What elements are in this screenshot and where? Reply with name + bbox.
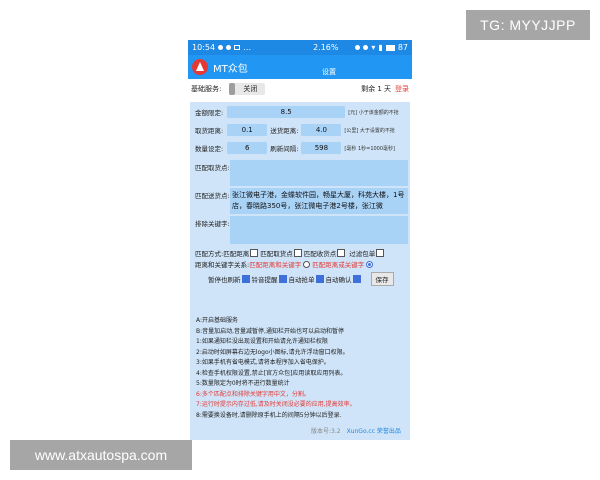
relation-or-text: 匹配距离或关键字	[312, 261, 365, 269]
note-item: 8:需要换设备时,请删除原手机上的间隔5分钟以后登录.	[196, 411, 342, 419]
login-link[interactable]: 登录	[395, 84, 409, 94]
page-title: 设置	[322, 68, 336, 76]
count-input[interactable]: 6	[227, 142, 268, 154]
pickup-input[interactable]: 0.1	[227, 124, 268, 136]
delivery-label: 送货距离:	[270, 127, 299, 135]
exclude-input[interactable]	[230, 216, 408, 244]
note-item: 7:运行时提示内存过低,请及时关闭没必要的应用,提高效率。	[196, 401, 356, 408]
remaining-days: 剩余 1 天 登录	[361, 84, 409, 94]
relation-and-radio[interactable]	[303, 260, 311, 268]
match-distance-checkbox[interactable]	[250, 249, 259, 257]
delivery-input[interactable]: 4.0	[301, 124, 342, 136]
chat-icon	[218, 45, 224, 50]
clock: 10:54	[192, 43, 216, 52]
remaining-text: 剩余 1 天	[361, 85, 391, 93]
delivery-hint: [公里] 大于设置的不抢	[344, 127, 395, 134]
watermark-top: TG: MYYJJPP	[466, 10, 590, 40]
note-item: 6:多个匹配点和排除关键字用中文，分割。	[196, 390, 310, 398]
relation-and-text: 匹配距离和关键字	[249, 261, 302, 269]
amount-hint: [元] 小于该金额的不抢	[348, 109, 399, 116]
battery-icon	[385, 44, 395, 51]
ring-alert-checkbox[interactable]	[278, 275, 287, 283]
refresh-hint: [毫秒 1秒=1000毫秒]	[344, 145, 395, 152]
more-icon: …	[243, 43, 252, 52]
filter-bundle-text: 过滤包单	[349, 250, 376, 258]
relation-or-radio[interactable]	[366, 260, 374, 268]
match-pickup-checkbox[interactable]	[293, 249, 302, 257]
note-item: 5:数量限定为0时将不进行数量统计	[196, 380, 290, 387]
match-receive-checkbox[interactable]	[337, 249, 346, 257]
auto-confirm-text: 自动确认	[325, 276, 352, 284]
auto-grab-text: 自动抢单	[288, 276, 315, 284]
battery-level: 87	[397, 43, 408, 52]
relation-row: 距离和关键字关系: 匹配距离和关键字 匹配距离或关键字	[195, 259, 375, 269]
match-pickup-input[interactable]	[230, 160, 408, 186]
match-mode-label: 匹配方式:	[195, 250, 224, 258]
version-text: 版本号:3.2	[311, 428, 341, 435]
credit-link[interactable]: XunGo.cc 荣誉出品	[347, 426, 401, 435]
app-title: MT众包	[213, 63, 248, 75]
amount-label: 金额限定:	[195, 109, 224, 117]
filter-bundle-checkbox[interactable]	[376, 249, 385, 257]
signal-icon: ▮	[378, 43, 383, 52]
toggle-knob	[229, 83, 236, 95]
pause-refresh-checkbox[interactable]	[241, 275, 250, 283]
basic-service-toggle[interactable]: 关闭	[229, 83, 266, 95]
match-receive-text: 匹配收货点	[303, 250, 337, 258]
note-item: A:开启基础服务	[196, 317, 239, 324]
count-label: 数量设定:	[195, 145, 224, 153]
wifi-icon: ▾	[371, 43, 376, 52]
refresh-input[interactable]: 598	[301, 142, 342, 154]
actions-row: 暂停也刷新 铃音提醒 自动抢单 自动确认 保存	[208, 272, 394, 286]
ring-alert-text: 铃音提醒	[251, 276, 278, 284]
amount-row: 金额限定: 8.5 [元] 小于该金额的不抢	[195, 106, 399, 118]
auto-grab-checkbox[interactable]	[315, 275, 324, 283]
auto-confirm-checkbox[interactable]	[352, 275, 361, 283]
alarm-icon	[355, 45, 361, 50]
count-row: 数量设定: 6 刷新间隔: 598 [毫秒 1秒=1000毫秒]	[195, 142, 395, 154]
note-item: 1:如果通知栏没出现设置和开始请允许通知栏权限	[196, 338, 328, 345]
watermark-bottom: www.atxautospa.com	[10, 440, 192, 470]
relation-label: 距离和关键字关系:	[195, 261, 250, 269]
percent-sign: %	[330, 43, 339, 52]
note-item: 3:如果手机有省电模式,请将本程序加入省电保护。	[196, 359, 330, 366]
net-speed: 2.16	[313, 43, 331, 52]
pickup-label: 取货距离:	[195, 127, 224, 135]
toggle-label: 关闭	[243, 85, 258, 93]
note-item: 2:启动时如屏幕右边无logo小图标,请允许浮动窗口权限。	[196, 348, 349, 356]
match-distance-text: 匹配距离	[223, 250, 250, 258]
refresh-label: 刷新间隔:	[270, 145, 299, 153]
distance-row: 取货距离: 0.1 送货距离: 4.0 [公里] 大于设置的不抢	[195, 124, 395, 136]
eye-icon	[363, 45, 369, 50]
match-pickup-text: 匹配取货点	[260, 250, 293, 258]
image-icon	[234, 45, 241, 50]
app-logo-icon	[192, 59, 208, 75]
bubble-icon	[226, 45, 232, 50]
settings-panel: 金额限定: 8.5 [元] 小于该金额的不抢 取货距离: 0.1 送货距离: 4…	[190, 102, 410, 440]
instructions-list: A:开启基础服务 B:音量加启动,音量减暂停,通知栏开始也可以启动和暂停 1:如…	[196, 316, 406, 421]
match-delivery-input[interactable]: 张江微电子港，金蝶软件园，畅星大厦，科苑大楼，1号店，春晓路350号，张江微电子…	[230, 188, 408, 214]
footer: 版本号:3.2 XunGo.cc 荣誉出品	[311, 426, 401, 435]
note-item: 4:检查手机权限设置,禁止[官方众包]应用读取应用列表。	[196, 369, 347, 377]
save-button[interactable]: 保存	[370, 272, 394, 286]
phone-screen: 10:54 … 2.16% ▾ ▮ 87 MT众包 设置 基础服务: 关闭 剩余…	[188, 40, 412, 440]
match-delivery-label: 匹配送货点:	[195, 192, 230, 200]
amount-input[interactable]: 8.5	[227, 106, 346, 118]
pause-refresh-text: 暂停也刷新	[208, 276, 241, 284]
status-bar: 10:54 … 2.16% ▾ ▮ 87	[188, 40, 412, 55]
title-bar: MT众包 设置	[188, 55, 412, 79]
match-mode-row: 匹配方式: 匹配距离 匹配取货点 匹配收货点 过滤包单	[195, 248, 386, 258]
note-item: B:音量加启动,音量减暂停,通知栏开始也可以启动和暂停	[196, 327, 344, 335]
match-pickup-label: 匹配取货点:	[195, 164, 230, 172]
basic-service-label: 基础服务:	[191, 85, 222, 93]
exclude-label: 排除关键字:	[195, 220, 230, 228]
basic-service-row: 基础服务: 关闭 剩余 1 天 登录	[188, 79, 412, 99]
